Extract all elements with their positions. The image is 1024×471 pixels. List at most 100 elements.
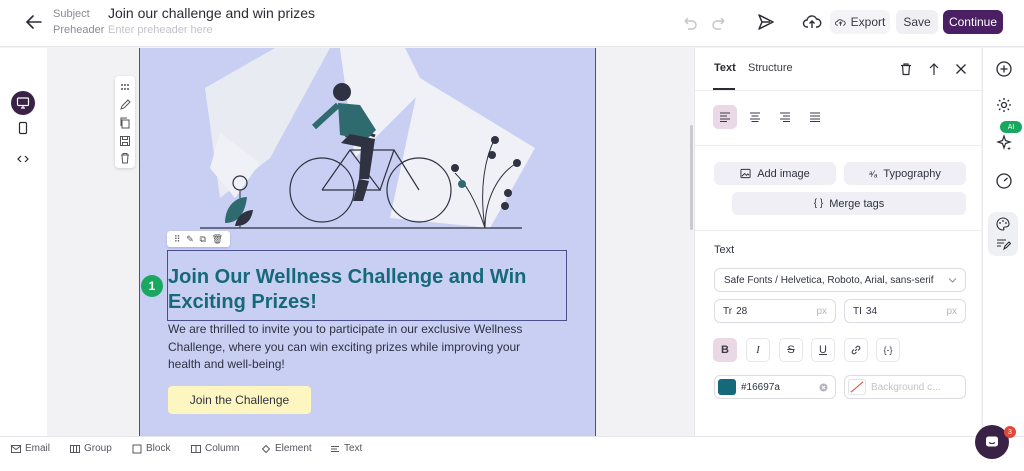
align-right-button[interactable]	[773, 105, 797, 129]
step-badge-1: 1	[141, 275, 163, 297]
link-icon	[851, 345, 861, 355]
crumb-label: Column	[205, 443, 240, 454]
mobile-view-button[interactable]	[11, 116, 35, 140]
link-button[interactable]	[844, 338, 868, 362]
top-bar: Subject Preheader Join our challenge and…	[0, 0, 1024, 47]
no-color-icon[interactable]	[848, 379, 866, 395]
crumb-label: Block	[146, 443, 171, 454]
palette-icon[interactable]	[995, 216, 1011, 232]
export-button[interactable]: Export	[830, 10, 890, 34]
envelope-icon	[11, 444, 21, 453]
divider	[695, 90, 982, 91]
crumb-label: Text	[344, 443, 363, 454]
font-size-input[interactable]: Tr 28 px	[714, 299, 836, 323]
cta-button[interactable]: Join the Challenge	[168, 386, 311, 414]
align-justify-button[interactable]	[803, 105, 827, 129]
block-icon	[132, 444, 142, 453]
underline-button[interactable]: U	[811, 338, 835, 362]
undo-icon[interactable]	[680, 12, 700, 32]
select-parent-icon[interactable]	[926, 61, 942, 77]
edit-icon[interactable]	[118, 98, 132, 112]
typography-button[interactable]: ᵃ⁄ₐ Typography	[844, 162, 966, 185]
settings-icon[interactable]	[995, 96, 1013, 114]
delete-icon[interactable]	[898, 61, 914, 77]
save-block-icon[interactable]	[118, 134, 132, 148]
crumb-column[interactable]: Column	[191, 443, 239, 454]
align-left-button[interactable]	[713, 105, 737, 129]
background-color-input[interactable]: Background c...	[844, 375, 966, 399]
continue-button[interactable]: Continue	[943, 10, 1003, 34]
line-height-icon: TI	[853, 305, 862, 317]
merge-tags-button[interactable]: { } Merge tags	[732, 192, 966, 215]
add-image-button[interactable]: Add image	[714, 162, 836, 185]
font-size-icon: Tr	[723, 305, 733, 317]
braces-icon: {-}	[883, 345, 893, 355]
cloud-upload-icon	[834, 18, 846, 26]
code-view-button[interactable]	[11, 147, 35, 171]
desktop-icon	[16, 97, 30, 109]
close-icon[interactable]	[953, 61, 969, 77]
align-right-icon	[780, 112, 790, 122]
text-color-swatch[interactable]	[718, 379, 736, 395]
font-family-select[interactable]: Safe Fonts / Helvetica, Roboto, Arial, s…	[714, 268, 966, 292]
drag-handle-icon[interactable]	[118, 80, 132, 94]
column-icon	[191, 444, 201, 453]
text-color-value: #16697a	[741, 381, 780, 393]
crumb-text[interactable]: Text	[330, 443, 362, 454]
duplicate-icon[interactable]: ⧉	[199, 234, 205, 245]
crumb-group[interactable]: Group	[70, 443, 112, 454]
subject-input[interactable]: Join our challenge and win prizes	[108, 5, 315, 21]
line-height-unit: px	[946, 305, 957, 317]
preheader-input[interactable]: Enter preheader here	[108, 24, 213, 36]
crumb-element[interactable]: Element	[261, 443, 312, 454]
headline-text[interactable]: Join Our Wellness Challenge and Win Exci…	[168, 265, 528, 315]
tab-text[interactable]: Text	[714, 62, 736, 74]
upload-icon[interactable]	[802, 12, 822, 32]
desktop-view-button[interactable]	[11, 91, 35, 115]
redo-icon[interactable]	[709, 12, 729, 32]
crumb-block[interactable]: Block	[132, 443, 170, 454]
bold-button[interactable]: B	[713, 338, 737, 362]
align-center-button[interactable]	[743, 105, 767, 129]
send-test-icon[interactable]	[756, 12, 776, 32]
edit-icon[interactable]: ✎	[186, 234, 194, 245]
image-icon	[740, 168, 751, 179]
style-tools-group	[988, 212, 1018, 256]
chevron-down-icon	[948, 278, 957, 283]
subject-label: Subject	[53, 8, 90, 20]
crumb-label: Element	[275, 443, 312, 454]
merge-tags-label: Merge tags	[829, 197, 885, 210]
text-color-input[interactable]: #16697a	[714, 375, 836, 399]
ai-sparkle-icon[interactable]	[995, 134, 1013, 152]
add-image-label: Add image	[757, 167, 810, 180]
body-text[interactable]: We are thrilled to invite you to partici…	[168, 321, 528, 374]
notification-badge: 3	[1004, 426, 1016, 438]
merge-tag-button[interactable]: {-}	[876, 338, 900, 362]
delete-icon[interactable]: 🗑	[212, 234, 223, 245]
line-height-input[interactable]: TI 34 px	[844, 299, 966, 323]
crumb-email[interactable]: Email	[11, 443, 50, 454]
back-arrow-icon[interactable]	[22, 10, 46, 34]
drag-handle-icon[interactable]: ⠿	[174, 234, 181, 245]
strikethrough-button[interactable]: S	[779, 338, 803, 362]
block-toolbar	[115, 76, 135, 168]
tab-structure[interactable]: Structure	[748, 62, 793, 74]
crumb-label: Email	[25, 443, 51, 454]
gauge-icon[interactable]	[995, 172, 1013, 190]
code-icon	[17, 155, 29, 163]
text-section-label: Text	[714, 244, 735, 256]
delete-icon[interactable]	[118, 151, 132, 165]
properties-panel: Text Structure Add image ᵃ⁄ₐ Typography …	[694, 48, 982, 436]
canvas-scrollbar[interactable]	[690, 125, 693, 230]
text-edit-icon[interactable]	[995, 236, 1011, 252]
italic-button[interactable]: I	[746, 338, 770, 362]
export-label: Export	[850, 15, 886, 29]
save-button[interactable]: Save	[896, 10, 938, 34]
ai-badge: AI	[1000, 121, 1022, 133]
align-left-icon	[720, 112, 730, 122]
crumb-label: Group	[84, 443, 112, 454]
typography-icon: ᵃ⁄ₐ	[869, 168, 878, 179]
add-icon[interactable]	[995, 60, 1013, 78]
clear-icon[interactable]	[819, 383, 828, 392]
duplicate-icon[interactable]	[118, 116, 132, 130]
